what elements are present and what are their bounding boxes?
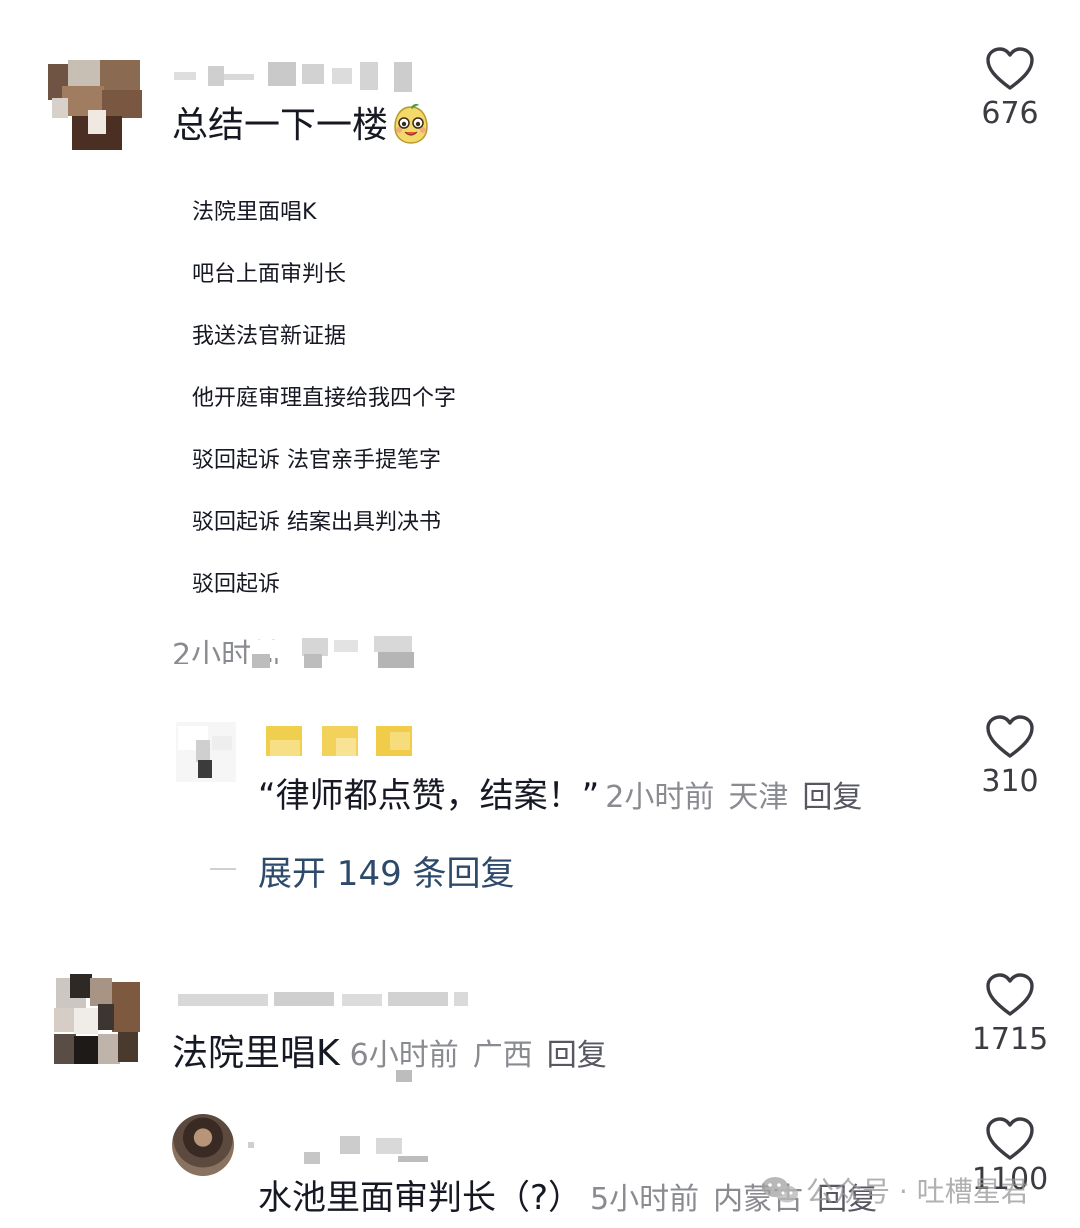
expand-replies-button[interactable]: 展开 149 条回复: [258, 846, 515, 895]
lyric-line: 驳回起诉 结案出具判决书: [192, 510, 441, 535]
comment-meta: 6小时前 广西 回复: [350, 1038, 607, 1073]
like-count: 676: [981, 96, 1039, 131]
reply-location: 天津: [728, 780, 789, 815]
commenter-avatar[interactable]: [50, 972, 142, 1068]
blurred-meta: [248, 632, 438, 670]
reply-text: 水池里面审判长（?）: [258, 1178, 583, 1218]
lyric-line: 我送法官新证据: [192, 324, 347, 349]
lyric-line: 驳回起诉 法官亲手提笔字: [192, 448, 441, 473]
comment-body: 总结一下一楼: [172, 105, 389, 146]
like-count: 310: [981, 764, 1039, 799]
comment-location: 广西: [472, 1038, 533, 1073]
watermark-text: 公众号 · 吐槽星君: [806, 1175, 1029, 1208]
reply-time: 2小时前: [605, 780, 715, 815]
reply-text: “律师都点赞，结案！”: [258, 776, 600, 816]
lyric-line: 法院里面唱K: [192, 200, 317, 225]
heart-icon: [986, 1117, 1034, 1160]
like-button[interactable]: 1715: [950, 972, 1070, 1057]
comment-time: 6小时前: [349, 1038, 459, 1073]
heart-icon: [986, 973, 1034, 1016]
watermark: 公众号 · 吐槽星君: [760, 1170, 1029, 1210]
blurred-username: [266, 726, 426, 760]
reply-time: 5小时前: [590, 1182, 700, 1217]
comment-text: 法院里唱K: [172, 1033, 340, 1074]
lyric-line: 吧台上面审判长: [192, 262, 347, 287]
like-count: 1715: [971, 1022, 1049, 1057]
blurred-patch: [396, 1070, 412, 1084]
reply-row: “律师都点赞，结案！” 2小时前 天津 回复: [258, 772, 862, 822]
commenter-avatar[interactable]: [44, 46, 148, 150]
reply-avatar[interactable]: [176, 722, 236, 782]
smiling-pear-emoji: [390, 103, 432, 145]
lyric-line: 他开庭审理直接给我四个字: [192, 386, 457, 411]
expand-divider: [210, 868, 236, 870]
comment-text: 总结一下一楼: [172, 100, 432, 152]
blurred-username: [174, 990, 474, 1010]
reply-button[interactable]: 回复: [802, 780, 862, 815]
heart-icon: [986, 715, 1034, 758]
reply-button[interactable]: 回复: [547, 1038, 607, 1073]
heart-icon: [986, 47, 1034, 90]
blurred-username: [172, 62, 422, 92]
reply-meta: 2小时前 天津 回复: [605, 780, 862, 815]
comment-row: 法院里唱K 6小时前 广西 回复: [172, 1030, 607, 1080]
reply-avatar[interactable]: [172, 1114, 234, 1176]
wechat-icon: [760, 1175, 800, 1205]
like-button[interactable]: 310: [950, 714, 1070, 799]
lyric-line: 驳回起诉: [192, 572, 281, 597]
like-button[interactable]: 676: [950, 46, 1070, 131]
blurred-username: [248, 1136, 438, 1166]
